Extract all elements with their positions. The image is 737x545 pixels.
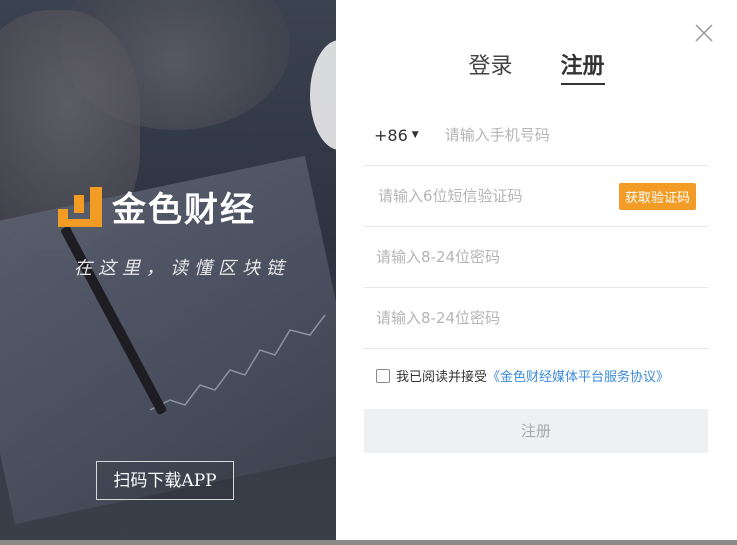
promo-panel: 金色财经 在这里，读懂区块链 扫码下载APP [0, 0, 336, 540]
register-modal: 金色财经 在这里，读懂区块链 扫码下载APP 登录 注册 +86 ▼ 获取验证码 [0, 0, 737, 540]
register-button[interactable]: 注册 [364, 409, 708, 453]
slogan: 在这里，读懂区块链 [74, 258, 290, 279]
country-code-select[interactable]: +86 ▼ [374, 126, 419, 145]
tab-register[interactable]: 注册 [560, 48, 605, 85]
password-confirm-input[interactable] [374, 308, 572, 328]
phone-input[interactable] [442, 125, 641, 145]
background-cup [310, 40, 336, 150]
agreement-row: 我已阅读并接受 《金色财经媒体平台服务协议》 [376, 366, 669, 385]
get-code-button[interactable]: 获取验证码 [618, 183, 696, 210]
brand-name: 金色财经 [112, 190, 256, 230]
close-icon[interactable] [695, 24, 713, 42]
password-confirm-field [364, 288, 708, 349]
caret-down-icon: ▼ [411, 130, 419, 140]
tab-login[interactable]: 登录 [468, 48, 512, 85]
country-code-label: +86 [374, 125, 408, 145]
password-field [364, 227, 708, 288]
sms-code-input[interactable] [376, 186, 574, 206]
form-panel: 登录 注册 +86 ▼ 获取验证码 我已阅读并接受 《金色财经媒体平台服务协议》… [336, 0, 737, 540]
checkbox-icon[interactable] [376, 368, 390, 383]
brand-logo: 金色财经 [58, 182, 256, 231]
download-app-button[interactable]: 扫码下载APP [96, 461, 234, 500]
agreement-link[interactable]: 《金色财经媒体平台服务协议》 [487, 366, 669, 385]
agreement-text: 我已阅读并接受 [396, 370, 488, 385]
password-input[interactable] [374, 247, 572, 267]
background-chart [150, 314, 326, 411]
tab-bar: 登录 注册 [336, 48, 737, 85]
phone-field: +86 ▼ [364, 105, 708, 166]
sms-field: 获取验证码 [364, 166, 708, 227]
logo-icon [58, 186, 102, 227]
